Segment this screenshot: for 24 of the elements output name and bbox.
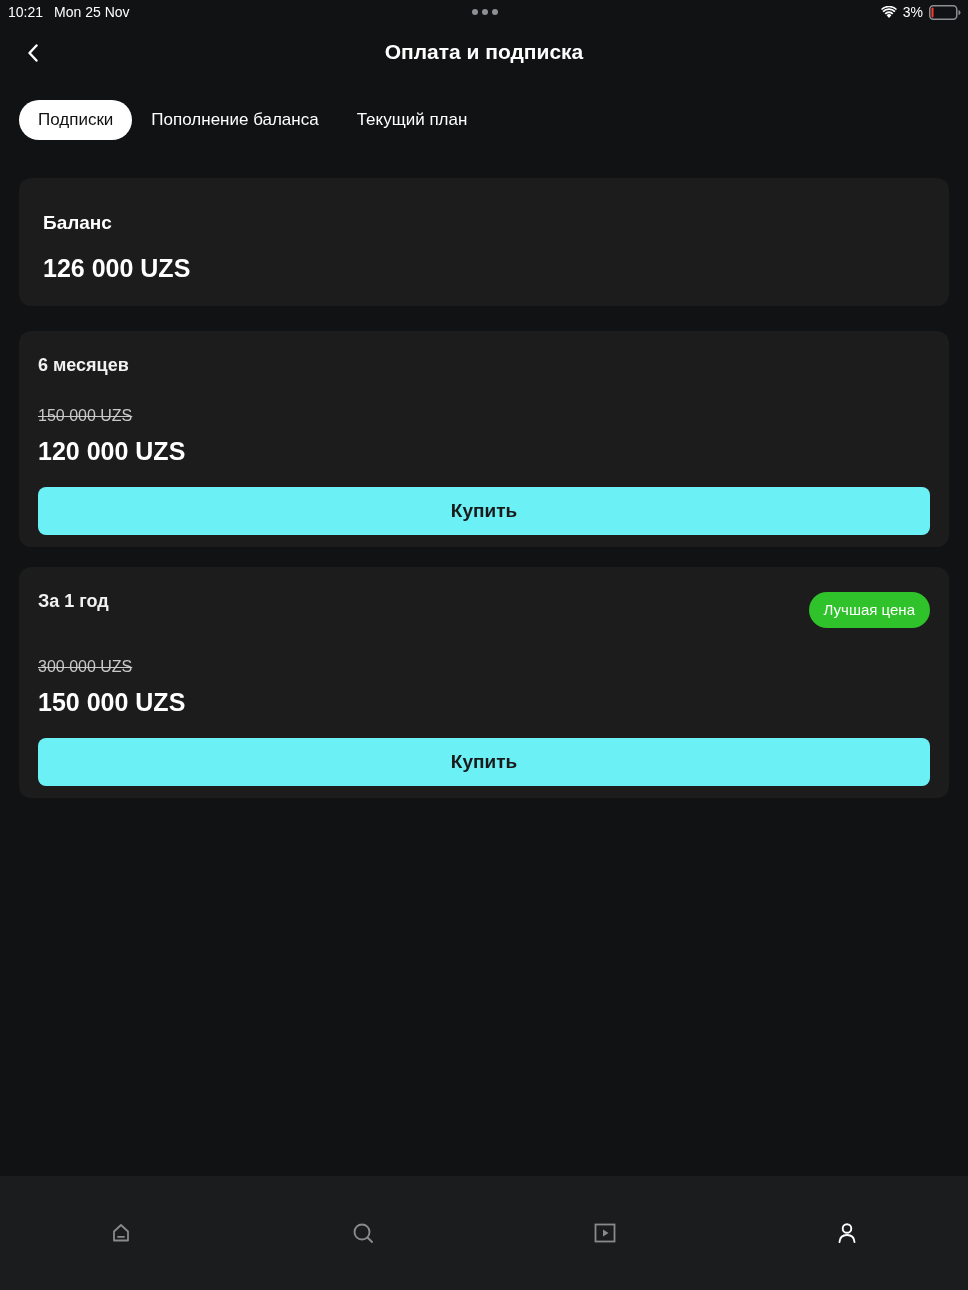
price: 150 000 UZS xyxy=(38,687,187,718)
page-title: Оплата и подписка xyxy=(384,40,584,64)
price: 120 000 UZS xyxy=(38,436,187,467)
search-icon[interactable] xyxy=(351,1221,375,1245)
plan-title: 6 месяцев xyxy=(38,354,129,377)
old-price: 300 000 UZS xyxy=(38,657,134,677)
tab[interactable]: Текущий план xyxy=(337,100,487,140)
balance-amount: 126 000 UZS xyxy=(43,253,192,284)
battery-percent: 3% xyxy=(902,4,923,20)
status-date: Mon 25 Nov xyxy=(54,4,130,20)
best-price-badge: Лучшая цена xyxy=(808,592,930,628)
status-time: 10:21 xyxy=(8,4,44,20)
buy-button[interactable]: Купить xyxy=(38,738,930,786)
battery-icon xyxy=(929,4,961,20)
back-icon[interactable] xyxy=(27,44,39,62)
tab[interactable]: Пополнение баланса xyxy=(132,100,338,140)
tab[interactable]: Подписки xyxy=(19,100,133,140)
wifi-icon xyxy=(880,6,897,18)
dots-icon[interactable] xyxy=(471,9,498,15)
old-price: 150 000 UZS xyxy=(38,406,134,426)
play-icon[interactable] xyxy=(593,1221,617,1245)
balance-label: Баланс xyxy=(43,211,113,235)
plan-title: За 1 год xyxy=(38,590,109,613)
buy-button[interactable]: Купить xyxy=(38,487,930,535)
